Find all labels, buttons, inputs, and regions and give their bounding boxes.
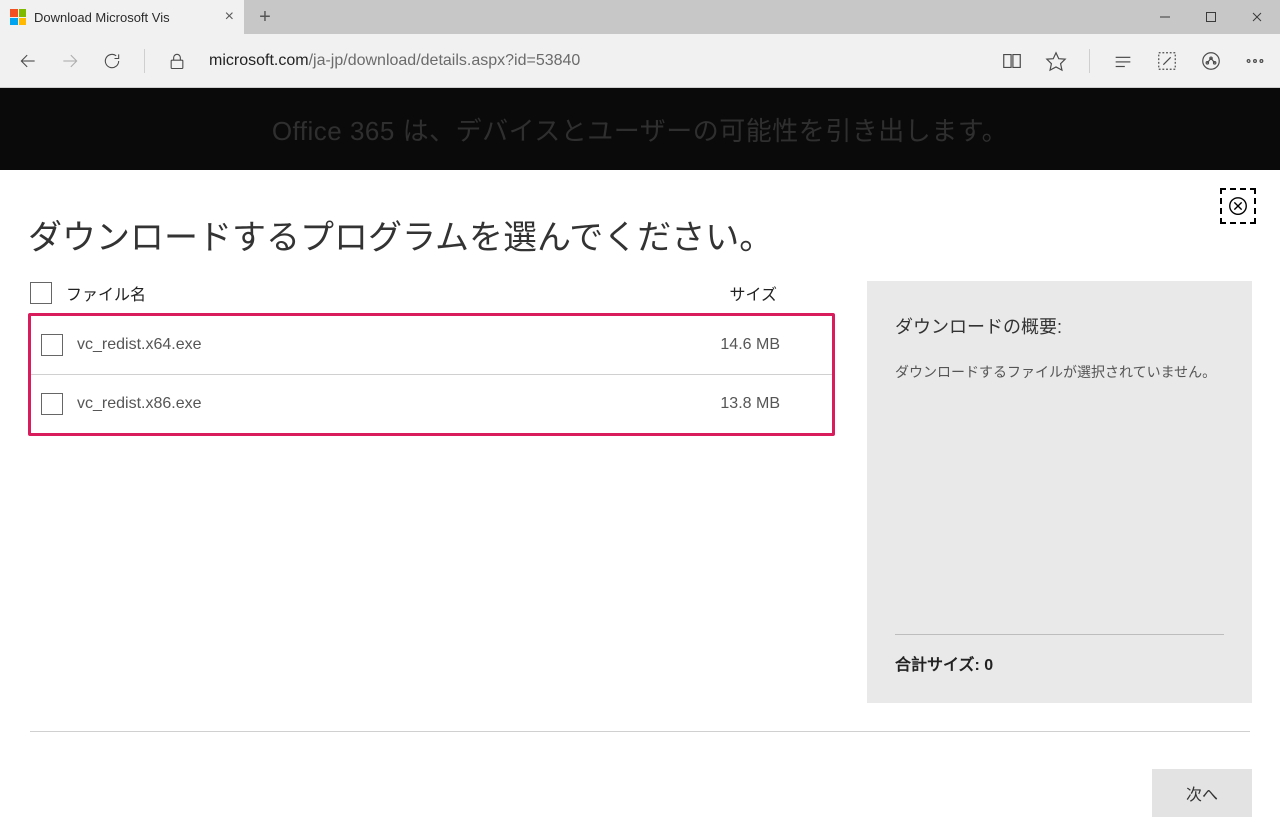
new-tab-button[interactable]: +: [244, 0, 286, 34]
url-host: microsoft.com: [209, 52, 309, 69]
summary-none-selected: ダウンロードするファイルが選択されていません。: [895, 361, 1224, 385]
browser-tab[interactable]: Download Microsoft Vis ×: [0, 0, 244, 34]
table-header: ファイル名 サイズ: [28, 281, 835, 313]
window-maximize-button[interactable]: [1188, 0, 1234, 34]
tab-title: Download Microsoft Vis: [34, 10, 217, 25]
promo-banner: Office 365 は、デバイスとユーザーの可能性を引き出します。: [0, 88, 1280, 170]
page-content: ダウンロードするプログラムを選んでください。 ファイル名 サイズ vc_redi…: [0, 170, 1280, 831]
window-close-button[interactable]: [1234, 0, 1280, 34]
close-dialog-button[interactable]: [1220, 188, 1256, 224]
table-row[interactable]: vc_redist.x86.exe 13.8 MB: [31, 375, 832, 433]
forward-button[interactable]: [60, 51, 80, 71]
next-button[interactable]: 次へ: [1152, 769, 1252, 817]
file-list-panel: ファイル名 サイズ vc_redist.x64.exe 14.6 MB vc_r…: [28, 281, 835, 703]
summary-title: ダウンロードの概要:: [895, 313, 1224, 339]
notes-icon[interactable]: [1112, 50, 1134, 72]
window-titlebar: Download Microsoft Vis × +: [0, 0, 1280, 34]
reading-view-icon[interactable]: [1001, 50, 1023, 72]
file-checkbox[interactable]: [41, 393, 63, 415]
toolbar-separator: [1089, 49, 1090, 73]
tab-close-icon[interactable]: ×: [225, 8, 234, 26]
toolbar-separator: [144, 49, 145, 73]
file-checkbox[interactable]: [41, 334, 63, 356]
more-icon[interactable]: [1244, 50, 1266, 72]
address-bar[interactable]: microsoft.com/ja-jp/download/details.asp…: [209, 52, 979, 70]
window-minimize-button[interactable]: [1142, 0, 1188, 34]
refresh-button[interactable]: [102, 51, 122, 71]
share-icon[interactable]: [1200, 50, 1222, 72]
column-size: サイズ: [729, 281, 777, 305]
content-divider: [30, 731, 1250, 732]
browser-toolbar: microsoft.com/ja-jp/download/details.asp…: [0, 34, 1280, 88]
page-title: ダウンロードするプログラムを選んでください。: [28, 170, 1252, 259]
favorites-star-icon[interactable]: [1045, 50, 1067, 72]
back-button[interactable]: [18, 51, 38, 71]
download-summary-panel: ダウンロードの概要: ダウンロードするファイルが選択されていません。 合計サイズ…: [867, 281, 1252, 703]
promo-banner-text: Office 365 は、デバイスとユーザーの可能性を引き出します。: [272, 111, 1008, 148]
file-size: 14.6 MB: [720, 336, 780, 354]
file-size: 13.8 MB: [720, 395, 780, 413]
file-name: vc_redist.x64.exe: [77, 336, 202, 354]
lock-icon: [167, 51, 187, 71]
web-note-icon[interactable]: [1156, 50, 1178, 72]
summary-total-size: 合計サイズ: 0: [895, 634, 1224, 675]
select-all-checkbox[interactable]: [30, 282, 52, 304]
column-filename: ファイル名: [66, 281, 146, 305]
microsoft-logo-icon: [10, 9, 26, 25]
file-name: vc_redist.x86.exe: [77, 395, 202, 413]
file-list-highlight: vc_redist.x64.exe 14.6 MB vc_redist.x86.…: [28, 313, 835, 436]
url-path: /ja-jp/download/details.aspx?id=53840: [309, 52, 581, 69]
table-row[interactable]: vc_redist.x64.exe 14.6 MB: [31, 316, 832, 375]
